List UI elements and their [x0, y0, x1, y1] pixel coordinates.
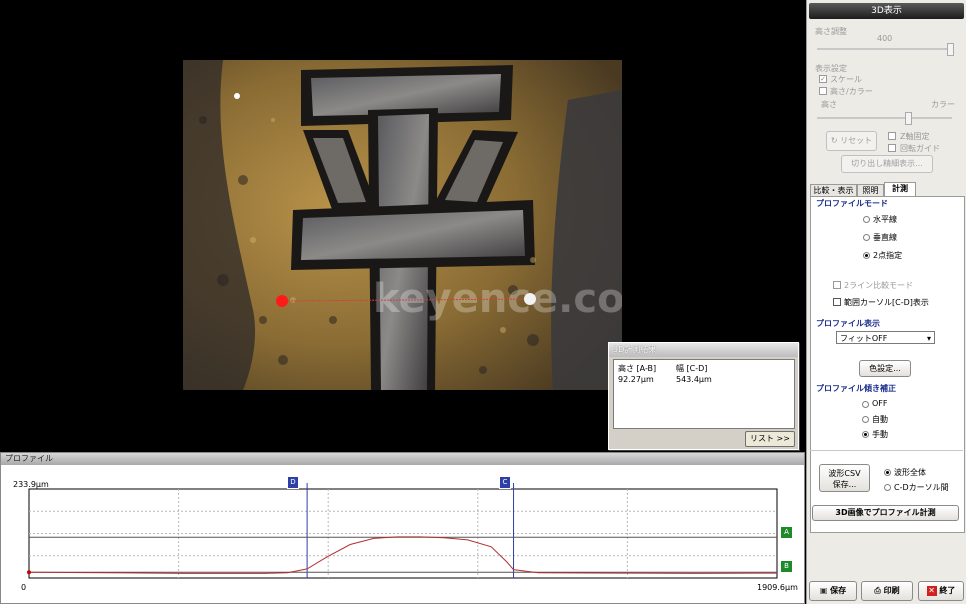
control-panel: 3D表示 高さ調整 400 表示設定 ✓ スケール 高さ/カラー 高さ カラー … [806, 0, 966, 604]
exit-label: 終了 [939, 586, 956, 595]
close-icon: ✕ [926, 586, 937, 596]
reset-label: リセット [840, 136, 873, 145]
range-cursor-label: 範囲カーソル[C-D]表示 [844, 298, 929, 307]
point-a-handle[interactable] [276, 295, 288, 307]
tilt-manual-radio[interactable] [862, 431, 869, 438]
measurement-result-dialog[interactable]: 3D計測結果 高さ [A-B] 幅 [C-D] 92.27μm 543.4μm … [608, 342, 799, 450]
profile-start-point [27, 570, 31, 575]
height-value: 400 [877, 34, 893, 43]
mode-vertical-label: 垂直線 [873, 233, 897, 242]
cursor-b-tag[interactable]: B [780, 560, 793, 573]
rotate-guide-checkbox[interactable] [888, 144, 896, 152]
csv-all-radio[interactable] [884, 469, 891, 476]
scale-checkbox[interactable]: ✓ [819, 75, 827, 83]
csv-save-button[interactable]: 波形CSV 保存... [819, 464, 870, 492]
tilt-correction-heading: プロファイル傾き補正 [816, 384, 896, 393]
fit-select-value: フィットOFF [840, 334, 888, 343]
tilt-manual-label: 手動 [872, 430, 888, 439]
height-adjust-label: 高さ調整 [815, 27, 847, 36]
value-height: 92.27μm [618, 375, 654, 384]
height-scale-label: 高さ [821, 100, 837, 109]
csv-save-line2: 保存... [832, 480, 857, 489]
profile-chart[interactable] [1, 453, 804, 603]
tilt-auto-radio[interactable] [862, 416, 869, 423]
height-slider-track[interactable] [817, 48, 952, 50]
result-dialog-title: 3D計測結果 [609, 343, 798, 357]
crop-detail-button[interactable]: 切り出し精細表示... [841, 155, 933, 173]
color-settings-button[interactable]: 色設定... [859, 360, 911, 377]
measure-3d-button[interactable]: 3D画像でプロファイル計測 [812, 505, 959, 521]
chevron-down-icon: ▾ [926, 334, 931, 343]
height-color-slider-track[interactable] [817, 117, 952, 119]
z-fix-checkbox[interactable] [888, 132, 896, 140]
printer-icon: ⎙ [874, 586, 881, 595]
header-width: 幅 [C-D] [676, 364, 708, 373]
panel-title: 3D表示 [809, 3, 964, 19]
print-button[interactable]: ⎙ 印刷 [861, 581, 913, 601]
print-label: 印刷 [883, 586, 900, 595]
mode-vertical-radio[interactable] [863, 234, 870, 241]
profile-display-heading: プロファイル表示 [816, 319, 880, 328]
csv-cd-radio[interactable] [884, 484, 891, 491]
cursor-d-tag[interactable]: D [287, 476, 299, 489]
csv-all-label: 波形全体 [894, 468, 926, 477]
microscope-image[interactable]: keyence.co.jp [183, 60, 622, 390]
tab-lighting[interactable]: 照明 [857, 184, 884, 196]
tab-compare-display[interactable]: 比較・表示 [810, 184, 857, 196]
profile-mode-heading: プロファイルモード [816, 199, 888, 208]
tilt-auto-label: 自動 [872, 415, 888, 424]
reset-icon: ↻ [830, 136, 838, 145]
color-scale-label: カラー [931, 100, 955, 109]
range-cursor-checkbox[interactable] [833, 298, 841, 306]
tilt-off-radio[interactable] [862, 401, 869, 408]
value-width: 543.4μm [676, 375, 712, 384]
rotate-guide-label: 回転ガイド [900, 144, 940, 153]
csv-save-line1: 波形CSV [828, 469, 861, 478]
divider [810, 450, 963, 451]
two-line-compare-checkbox[interactable] [833, 281, 841, 289]
profile-series-line [28, 536, 778, 574]
list-button[interactable]: リスト >> [745, 431, 795, 447]
cursor-a-tag[interactable]: A [780, 526, 793, 539]
watermark-text: keyence.co.jp [373, 276, 622, 322]
height-color-label: 高さ/カラー [830, 87, 873, 96]
scale-label: スケール [830, 75, 862, 84]
tilt-off-label: OFF [872, 399, 888, 408]
height-color-slider-thumb[interactable] [905, 112, 912, 125]
mode-two-point-label: 2点指定 [873, 251, 903, 260]
image-viewport[interactable]: keyence.co.jp 3D計測結果 高さ [A-B] 幅 [C-D] 92… [0, 0, 805, 452]
result-table: 高さ [A-B] 幅 [C-D] 92.27μm 543.4μm [613, 359, 795, 429]
save-button[interactable]: ▣ 保存 [809, 581, 857, 601]
tab-measure[interactable]: 計測 [884, 182, 916, 196]
display-settings-label: 表示設定 [815, 64, 847, 73]
csv-cd-label: C-Dカーソル間 [894, 483, 949, 492]
height-slider-thumb[interactable] [947, 43, 954, 56]
small-marker [234, 93, 240, 99]
two-line-compare-label: 2ライン比較モード [844, 281, 914, 290]
reset-button[interactable]: ↻ リセット [826, 131, 877, 151]
save-label: 保存 [830, 586, 847, 595]
mode-two-point-radio[interactable] [863, 252, 870, 259]
height-color-checkbox[interactable] [819, 87, 827, 95]
exit-button[interactable]: ✕ 終了 [918, 581, 964, 601]
mode-horizontal-label: 水平線 [873, 215, 897, 224]
header-height: 高さ [A-B] [618, 364, 657, 373]
profile-grid [28, 488, 778, 579]
point-b-handle[interactable] [524, 293, 536, 305]
save-icon: ▣ [819, 586, 828, 595]
profile-window: プロファイル 233.9μm 0 1909.6μm D C A B [0, 452, 805, 604]
fit-select[interactable]: フィットOFF ▾ [836, 331, 935, 344]
mode-horizontal-radio[interactable] [863, 216, 870, 223]
cursor-c-tag[interactable]: C [499, 476, 511, 489]
z-fix-label: Z軸固定 [900, 132, 930, 141]
